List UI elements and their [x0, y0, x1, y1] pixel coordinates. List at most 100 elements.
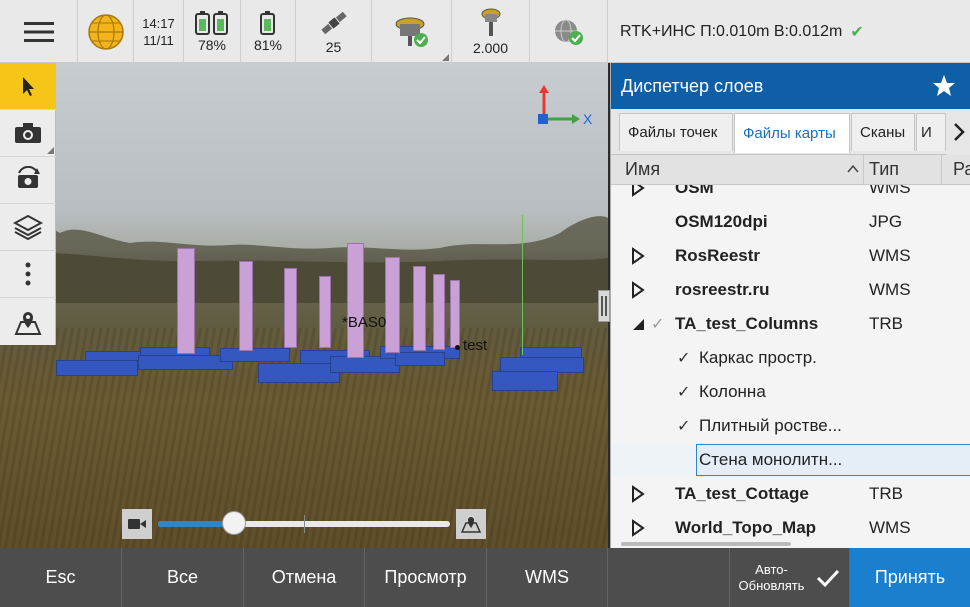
column-element: [450, 280, 460, 348]
camera-mode-button[interactable]: [122, 509, 152, 539]
foundation-slab: [220, 348, 290, 362]
view-blend-slider[interactable]: [122, 508, 486, 540]
list-item[interactable]: ✓ Каркас простр.: [611, 341, 970, 375]
sublayer-name: Колонна: [699, 382, 766, 401]
expand-arrow-icon[interactable]: [631, 247, 645, 265]
column-element: [177, 248, 195, 354]
menu-button[interactable]: [0, 0, 78, 63]
select-all-button[interactable]: Все: [122, 548, 244, 607]
map-view-button[interactable]: [0, 298, 56, 345]
sublayer-name: Стена монолитн...: [699, 450, 843, 469]
auto-update-toggle[interactable]: Авто- Обновлять: [730, 548, 850, 607]
sublayer-name: Каркас простр.: [699, 348, 817, 367]
tab-map-files[interactable]: Файлы карты: [734, 113, 850, 153]
battery-status-2[interactable]: 81%: [241, 0, 296, 63]
wms-button[interactable]: WMS: [487, 548, 608, 607]
tool-panel: [0, 63, 56, 345]
axis-gizmo-icon: X: [538, 85, 593, 127]
column-extra-header[interactable]: Ра: [953, 159, 970, 180]
expand-arrow-icon[interactable]: [631, 519, 645, 537]
auto-update-label-1: Авто-: [755, 561, 788, 577]
antenna-icon: [481, 8, 500, 36]
view-button[interactable]: Просмотр: [365, 548, 487, 607]
layer-type: JPG: [869, 212, 903, 231]
check-icon[interactable]: ✓: [677, 382, 690, 402]
more-options-button[interactable]: [0, 251, 56, 298]
camera-button[interactable]: [0, 110, 56, 157]
antenna-height[interactable]: 2.000: [452, 0, 530, 63]
axis-line: [522, 215, 523, 355]
collapse-arrow-icon[interactable]: [631, 315, 645, 333]
list-item[interactable]: TA_test_Cottage TRB: [611, 477, 970, 511]
expand-arrow-icon[interactable]: [631, 485, 645, 503]
list-item[interactable]: ✓ Плитный ростве...: [611, 409, 970, 443]
layer-name: World_Topo_Map: [675, 518, 817, 537]
orbit-camera-button[interactable]: [0, 157, 56, 204]
satellites-status[interactable]: 25: [296, 0, 372, 63]
column-name-header[interactable]: Имя: [625, 159, 660, 180]
foundation-slab: [258, 363, 340, 383]
list-item[interactable]: World_Topo_Map WMS: [611, 511, 970, 540]
more-indicator-icon: [47, 147, 54, 154]
layer-type: WMS: [869, 185, 911, 197]
bottom-action-bar: Esc Все Отмена Просмотр WMS Авто- Обновл…: [0, 548, 970, 607]
tab-scans[interactable]: Сканы: [851, 113, 915, 151]
tab-more[interactable]: И: [916, 113, 946, 151]
map-mode-button[interactable]: [456, 509, 486, 539]
map-pin-icon: [14, 311, 42, 335]
clock: 14:17 11/11: [134, 0, 184, 63]
select-tool-button[interactable]: [0, 63, 56, 110]
layer-type: TRB: [869, 314, 903, 333]
panel-splitter-handle[interactable]: [598, 290, 610, 322]
layer-type: WMS: [869, 280, 911, 299]
check-icon[interactable]: ✓: [677, 348, 690, 368]
ar-camera-view[interactable]: *BAS0 test X: [0, 63, 608, 548]
auto-update-label-2: Обновлять: [738, 577, 805, 593]
point-dot-test[interactable]: [455, 345, 460, 350]
layer-list[interactable]: OSM WMS OSM120dpi JPG RosReestr WMS rosr…: [611, 185, 970, 540]
battery-status-1[interactable]: 78%: [184, 0, 241, 63]
expand-arrow-icon[interactable]: [631, 185, 645, 197]
list-item[interactable]: ✓ Колонна: [611, 375, 970, 409]
expand-arrow-icon[interactable]: [631, 281, 645, 299]
accept-button[interactable]: Принять: [850, 548, 970, 607]
layer-type: WMS: [869, 518, 911, 537]
axis-x-label: X: [583, 111, 593, 127]
treeline-background: [0, 210, 608, 303]
check-icon[interactable]: ✓: [651, 314, 664, 334]
tab-scroll-right-button[interactable]: [947, 109, 970, 155]
rotate-camera-icon: [18, 166, 40, 188]
receiver-status[interactable]: [372, 0, 452, 63]
column-type-header[interactable]: Тип: [869, 159, 899, 180]
point-marker-bas0[interactable]: *BAS0: [342, 314, 386, 331]
list-item[interactable]: OSM120dpi JPG: [611, 205, 970, 239]
layers-icon: [13, 214, 43, 241]
point-label-test: test: [463, 337, 488, 354]
video-camera-icon: [128, 519, 146, 529]
layer-name: rosreestr.ru: [675, 280, 770, 299]
esc-button[interactable]: Esc: [0, 548, 122, 607]
check-icon[interactable]: ✓: [677, 416, 690, 436]
network-status[interactable]: [530, 0, 608, 63]
pointer-arrow-icon: [23, 77, 34, 96]
layers-button[interactable]: [0, 204, 56, 251]
horizontal-scrollbar[interactable]: [621, 542, 791, 546]
list-item[interactable]: RosReestr WMS: [611, 239, 970, 273]
list-item[interactable]: ✓ TA_test_Columns TRB: [611, 307, 970, 341]
foundation-slab: [395, 352, 445, 366]
globe-icon: [87, 13, 124, 50]
layer-name: TA_test_Columns: [675, 314, 819, 333]
list-item-selected[interactable]: Стена монолитн...: [611, 443, 970, 477]
battery1-percent: 78%: [197, 36, 227, 53]
list-item[interactable]: OSM WMS: [611, 185, 970, 205]
column-element: [433, 274, 445, 350]
slider-thumb[interactable]: [221, 511, 246, 535]
list-item[interactable]: rosreestr.ru WMS: [611, 273, 970, 307]
precision-status[interactable]: RTK+ИНС П:0.010m В:0.012m ✔: [608, 0, 970, 63]
date-text: 11/11: [143, 32, 174, 48]
star-icon[interactable]: [932, 74, 956, 98]
time-text: 14:17: [142, 15, 175, 31]
cancel-button[interactable]: Отмена: [244, 548, 365, 607]
tab-point-files[interactable]: Файлы точек: [619, 113, 733, 151]
map-globe-button[interactable]: [78, 0, 134, 63]
